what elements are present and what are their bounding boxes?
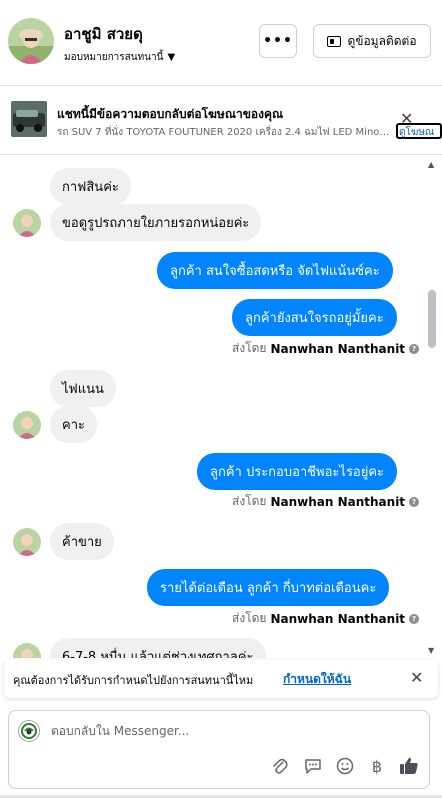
incoming-message[interactable]: ค้าขาย [50,523,114,560]
contact-info-button[interactable]: ดูข้อมูลติดต่อ [313,24,431,58]
help-icon[interactable]: ? [409,343,420,354]
assign-label: มอบหมายการสนทนานี้ [64,52,164,63]
baht-icon[interactable]: ฿ [366,755,388,777]
paperclip-icon[interactable] [269,755,291,777]
sent-by-label: ส่งโดย Nanwhan Nanthanit ? [232,609,420,628]
ad-banner-title: แชทนี้มีข้อความตอบกลับต่อโฆษณาของคุณ [57,107,284,121]
saved-reply-icon[interactable] [302,755,324,777]
incoming-message[interactable]: 6-7-8 หมื่น แล้วแต่ช่วงเทศกาลค่ะ [50,638,266,658]
contact-info-label: ดูข้อมูลติดต่อ [347,33,417,48]
contact-avatar[interactable] [8,18,54,64]
contact-name[interactable]: อาชูมิ สวยดุ [64,22,143,46]
incoming-message[interactable]: คาะ [50,406,97,443]
contact-avatar-small [13,528,41,556]
incoming-message[interactable]: ขอดูรูปรถภายใยภายรอกหน่อยค่ะ [50,204,262,241]
view-ad-link[interactable]: ดูโฆษณ [396,123,442,139]
sent-by-prefix: ส่งโดย [232,341,267,355]
ad-reply-banner: แชทนี้มีข้อความตอบกลับต่อโฆษณาของคุณ รถ … [0,87,442,155]
outgoing-message[interactable]: ลูกค้า สนใจซื้อสดหรือ จัดไฟแน้นซ์คะ [157,252,393,289]
more-icon: ••• [263,33,293,49]
reply-input[interactable] [51,724,381,738]
close-icon[interactable]: ✕ [410,668,423,687]
caret-down-icon: ▼ [167,52,176,63]
sent-by-prefix: ส่งโดย [232,611,267,625]
sender-name: Nanwhan Nanthanit [270,611,406,626]
message-thread: กาฟสินค่ะ ขอดูรูปรถภายใยภายรอกหน่อยค่ะ ล… [0,156,442,658]
outgoing-message[interactable]: ลูกค้า ประกอบอาชีพอะไรอยู่คะ [197,453,398,490]
reply-composer: ฿ [8,710,430,789]
more-options-button[interactable]: ••• [259,24,297,58]
help-icon[interactable]: ? [409,496,420,507]
help-icon[interactable]: ? [409,613,420,624]
emoji-icon[interactable] [334,755,356,777]
assign-suggestion-notice: คุณต้องการได้รับการกำหนดไปยังการสนทนานี้… [4,660,438,698]
ad-thumbnail[interactable] [11,101,47,137]
ad-banner-subtitle: รถ SUV 7 ที่นั่ง TOYOTA FOUTUNER 2020 เค… [57,127,393,138]
sender-name: Nanwhan Nanthanit [270,494,406,509]
assign-to-me-link[interactable]: กำหนดให้ฉัน [283,670,351,689]
thumbs-up-icon[interactable] [398,755,420,777]
scrollbar-thumb[interactable] [428,290,436,348]
sent-by-prefix: ส่งโดย [232,494,267,508]
outgoing-message[interactable]: รายได้ต่อเดือน ลูกค้า กี่บาทต่อเดือนคะ [147,569,390,606]
incoming-message[interactable]: กาฟสินค่ะ [50,168,131,205]
assign-conversation-dropdown[interactable]: มอบหมายการสนทนานี้ ▼ [64,50,175,65]
conversation-header: อาชูมิ สวยดุ มอบหมายการสนทนานี้ ▼ ••• ดู… [0,0,442,86]
contact-avatar-small [13,209,41,237]
scroll-up-arrow-icon[interactable]: ▲ [428,160,434,169]
page-logo-icon [18,720,40,742]
contact-avatar-small [13,411,41,439]
outgoing-message[interactable]: ลูกค้ายังสนใจรถอยู่มั้ยคะ [232,299,397,336]
incoming-message[interactable]: ไฟแนน [50,370,116,407]
contact-card-icon [327,35,342,47]
sender-name: Nanwhan Nanthanit [270,341,406,356]
sent-by-label: ส่งโดย Nanwhan Nanthanit ? [232,492,420,511]
contact-avatar-small [13,643,41,658]
scroll-down-arrow-icon[interactable]: ▼ [428,646,434,655]
notice-text: คุณต้องการได้รับการกำหนดไปยังการสนทนานี้… [13,674,254,687]
sent-by-label: ส่งโดย Nanwhan Nanthanit ? [232,339,420,358]
